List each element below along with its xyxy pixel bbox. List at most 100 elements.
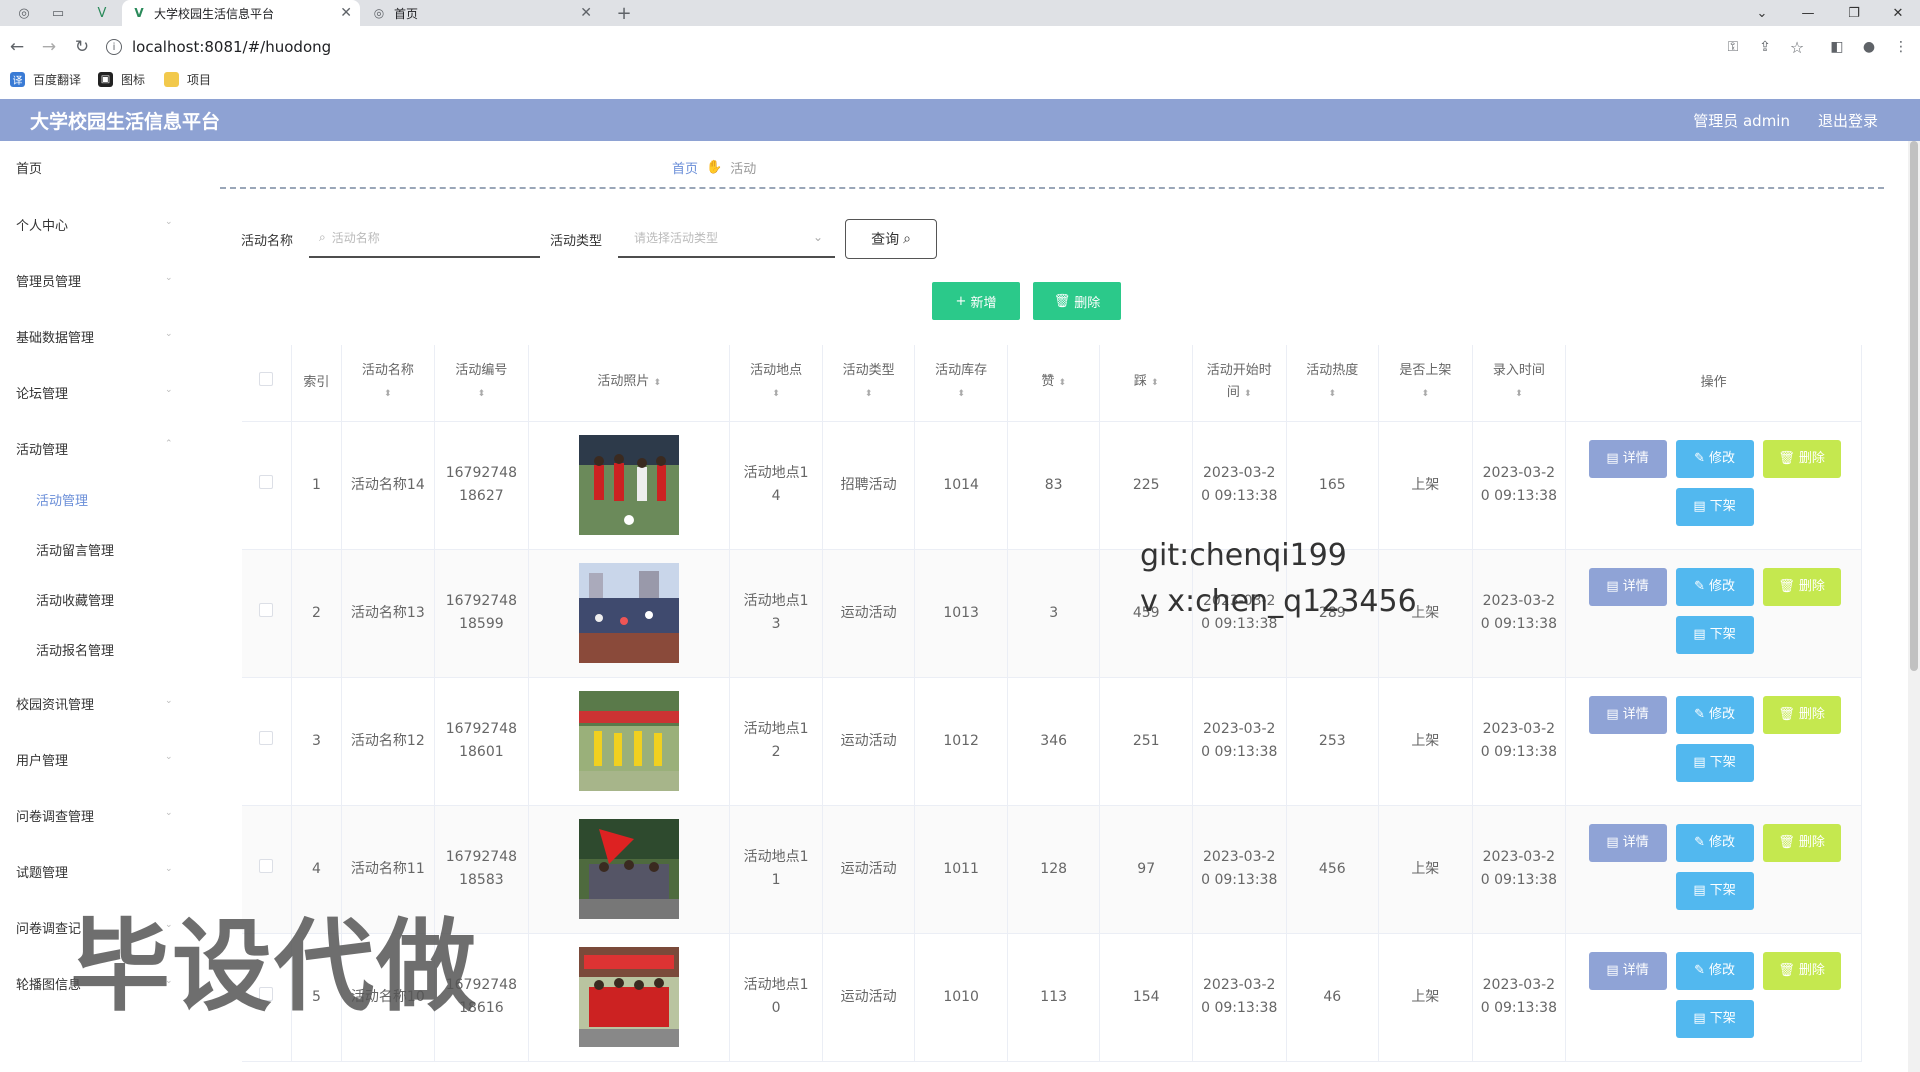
header-dislike[interactable]: 踩 ⬍ [1099,345,1193,422]
header-like[interactable]: 赞 ⬍ [1007,345,1101,422]
header-code[interactable]: 活动编号 ⬍ [434,345,530,422]
row-checkbox[interactable] [259,474,274,489]
edit-button[interactable]: ✎ 修改 [1675,567,1754,606]
activity-photo[interactable] [579,947,680,1047]
delete-button[interactable]: 🗑 删除 [1762,439,1841,478]
sidebar-subitem-activity-comments[interactable]: 活动留言管理 [36,540,114,559]
edit-button[interactable]: ✎ 修改 [1675,439,1754,478]
detail-button[interactable]: ▤ 详情 [1588,695,1667,734]
delete-button[interactable]: 🗑 删除 [1762,695,1841,734]
detail-button[interactable]: ▤ 详情 [1588,567,1667,606]
menu-dots-icon[interactable]: ⋮ [1890,36,1912,58]
bookmark-baidu-translate[interactable]: 译 百度翻译 [10,71,81,88]
breadcrumb-home[interactable]: 首页 [672,158,698,177]
detail-button[interactable]: ▤ 详情 [1588,439,1667,478]
row-select-cell[interactable] [242,677,292,806]
query-button[interactable]: 查询 ⌕ [845,219,937,259]
row-checkbox[interactable] [259,858,274,873]
sort-icon[interactable]: ⬍ [384,389,392,399]
address-bar[interactable]: i localhost:8081/#/huodong [106,31,1796,63]
sort-icon[interactable]: ⬍ [1244,389,1252,399]
sort-icon[interactable]: ⬍ [478,389,486,399]
sidebar-subitem-activity-signup[interactable]: 活动报名管理 [36,640,114,659]
select-all-checkbox[interactable] [259,371,274,386]
scrollbar-thumb[interactable] [1910,141,1918,671]
row-select-cell[interactable] [242,421,292,550]
sort-icon[interactable]: ⬍ [1515,389,1523,399]
sort-icon[interactable]: ⬍ [654,378,662,388]
header-hot[interactable]: 活动热度 ⬍ [1286,345,1380,422]
sidebar-item-home[interactable]: 首页 [16,158,42,177]
forward-icon[interactable]: → [38,36,60,58]
detail-button[interactable]: ▤ 详情 [1588,951,1667,990]
close-icon[interactable]: ✕ [340,5,352,21]
key-icon[interactable]: ⚿ [1722,36,1744,58]
sidebar-item-survey[interactable]: 问卷调查管理 [16,806,94,825]
sort-icon[interactable]: ⬍ [1422,389,1430,399]
take-down-button[interactable]: ▤ 下架 [1675,487,1754,526]
sort-icon[interactable]: ⬍ [1151,378,1159,388]
reload-icon[interactable]: ↻ [71,36,93,58]
row-select-cell[interactable] [242,549,292,678]
row-checkbox[interactable] [259,602,274,617]
take-down-button[interactable]: ▤ 下架 [1675,743,1754,782]
sidebar-item-users[interactable]: 用户管理 [16,750,68,769]
sidebar-item-news[interactable]: 校园资讯管理 [16,694,94,713]
blank-tab-icon[interactable]: ▭ [48,3,68,23]
activity-photo[interactable] [579,435,680,535]
page-scrollbar[interactable] [1908,141,1920,1072]
back-icon[interactable]: ← [6,36,28,58]
tab-search-icon[interactable]: ⌄ [1740,0,1784,26]
restore-icon[interactable]: ❐ [1832,0,1876,26]
delete-button[interactable]: 🗑 删除 [1762,567,1841,606]
take-down-button[interactable]: ▤ 下架 [1675,999,1754,1038]
sort-icon[interactable]: ⬍ [772,389,780,399]
info-icon[interactable]: i [106,39,122,55]
sidepanel-icon[interactable]: ◧ [1826,36,1848,58]
bookmark-project[interactable]: 项目 [164,71,211,88]
header-name[interactable]: 活动名称 ⬍ [341,345,435,422]
edit-button[interactable]: ✎ 修改 [1675,823,1754,862]
sidebar-subitem-activity-manage[interactable]: 活动管理 [36,490,88,509]
sort-icon[interactable]: ⬍ [865,389,873,399]
globe-icon[interactable]: ◎ [14,3,34,23]
bookmark-icons[interactable]: ▣ 图标 [98,71,145,88]
delete-button[interactable]: 🗑 删除 [1762,951,1841,990]
type-filter-select[interactable]: 请选择活动类型 ⌄ [618,218,835,258]
take-down-button[interactable]: ▤ 下架 [1675,615,1754,654]
edit-button[interactable]: ✎ 修改 [1675,951,1754,990]
tab-active[interactable]: V 大学校园生活信息平台 ✕ [122,0,360,26]
star-icon[interactable]: ☆ [1786,36,1808,58]
header-photo[interactable]: 活动照片 ⬍ [528,345,731,422]
add-button[interactable]: + 新增 [932,282,1020,320]
sort-icon[interactable]: ⬍ [957,389,965,399]
take-down-button[interactable]: ▤ 下架 [1675,871,1754,910]
new-tab-icon[interactable]: + [614,3,634,24]
activity-photo[interactable] [579,819,680,919]
logout-link[interactable]: 退出登录 [1818,110,1878,131]
sidebar-item-questions[interactable]: 试题管理 [16,862,68,881]
tab-home[interactable]: ◎ 首页 ✕ [362,0,600,26]
sidebar-item-admin[interactable]: 管理员管理 [16,271,81,290]
header-entry-time[interactable]: 录入时间 ⬍ [1472,345,1567,422]
minimize-icon[interactable]: — [1786,0,1830,26]
activity-photo[interactable] [579,563,680,663]
vue-tab-icon[interactable]: V [92,3,112,23]
sidebar-item-forum[interactable]: 论坛管理 [16,383,68,402]
header-type[interactable]: 活动类型 ⬍ [822,345,916,422]
header-shelf[interactable]: 是否上架 ⬍ [1378,345,1473,422]
name-filter-input[interactable]: ⌕ 活动名称 [309,218,540,258]
sidebar-subitem-activity-favorites[interactable]: 活动收藏管理 [36,590,114,609]
window-close-icon[interactable]: ✕ [1876,0,1920,26]
edit-button[interactable]: ✎ 修改 [1675,695,1754,734]
batch-delete-button[interactable]: 🗑 删除 [1033,282,1121,320]
activity-photo[interactable] [579,691,680,791]
header-place[interactable]: 活动地点 ⬍ [729,345,823,422]
sidebar-item-personal-center[interactable]: 个人中心 [16,215,68,234]
row-checkbox[interactable] [259,730,274,745]
close-icon[interactable]: ✕ [580,5,592,21]
sidebar-item-base-data[interactable]: 基础数据管理 [16,327,94,346]
detail-button[interactable]: ▤ 详情 [1588,823,1667,862]
share-icon[interactable]: ⇪ [1754,36,1776,58]
delete-button[interactable]: 🗑 删除 [1762,823,1841,862]
